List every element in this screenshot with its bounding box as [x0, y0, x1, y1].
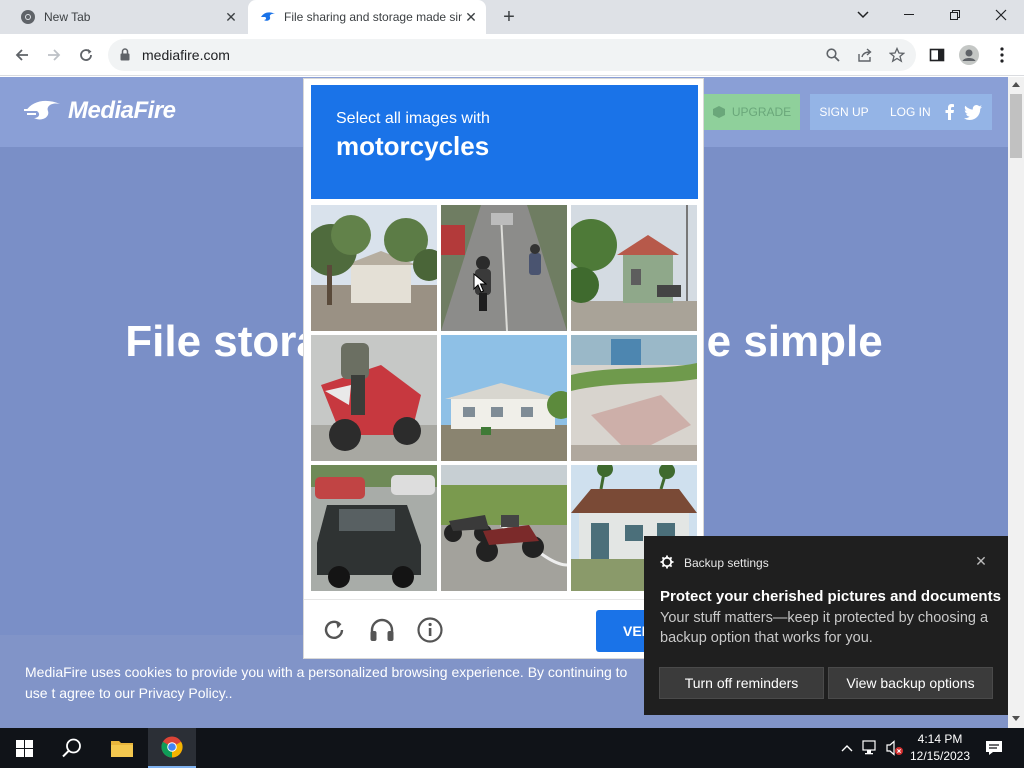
lock-icon[interactable]: [120, 48, 130, 66]
folder-icon: [111, 741, 133, 757]
zoom-search-icon[interactable]: [824, 46, 842, 64]
network-icon[interactable]: [862, 738, 880, 758]
captcha-audio-icon[interactable]: [368, 616, 396, 644]
tab-title: File sharing and storage made simple: [284, 10, 462, 24]
forward-button[interactable]: [41, 42, 67, 68]
captcha-tile-5[interactable]: [441, 335, 567, 461]
captcha-instruction: Select all images with: [336, 110, 490, 127]
captcha-tile-3[interactable]: [571, 205, 697, 331]
chrome-menu-icon[interactable]: [989, 42, 1015, 68]
upgrade-box-icon: [712, 106, 725, 118]
chrome-logo-icon: [161, 736, 183, 758]
captcha-reload-icon[interactable]: [320, 616, 348, 644]
view-backup-options-button[interactable]: View backup options: [828, 667, 993, 699]
sign-up-button[interactable]: SIGN UP: [810, 94, 878, 130]
sign-up-label: SIGN UP: [819, 105, 869, 119]
tab-title: New Tab: [44, 10, 91, 24]
close-tab-icon[interactable]: ✕: [462, 8, 480, 26]
captcha-tile-2[interactable]: [441, 205, 567, 331]
log-in-label: LOG IN: [890, 105, 931, 119]
captcha-target-object: motorcycles: [336, 131, 490, 161]
chrome-icon: [20, 9, 36, 25]
mediafire-flame-icon: [24, 100, 60, 120]
turn-off-reminders-button[interactable]: Turn off reminders: [659, 667, 824, 699]
turn-off-reminders-label: Turn off reminders: [684, 675, 799, 691]
address-bar[interactable]: mediafire.com: [108, 39, 916, 71]
captcha-image-grid: [311, 205, 699, 593]
clock-time: 4:14 PM: [917, 732, 963, 746]
notification-close-icon[interactable]: ✕: [972, 552, 990, 570]
scroll-down-arrow-icon[interactable]: [1011, 715, 1021, 723]
url-text: mediafire.com: [142, 47, 230, 63]
captcha-tile-6[interactable]: [571, 335, 697, 461]
browser-toolbar: mediafire.com: [0, 34, 1024, 76]
new-tab-button[interactable]: +: [498, 6, 520, 28]
taskbar-chrome[interactable]: [148, 728, 196, 768]
mediafire-favicon-icon: [260, 9, 276, 25]
close-tab-icon[interactable]: ✕: [222, 8, 240, 26]
tab-new-tab[interactable]: New Tab ✕: [8, 0, 246, 34]
tab-search-icon[interactable]: [840, 0, 886, 30]
upgrade-button[interactable]: UPGRADE: [703, 94, 800, 130]
logo-text: MediaFire: [68, 97, 176, 124]
side-panel-icon[interactable]: [924, 42, 950, 68]
gear-icon: [660, 555, 674, 569]
search-icon: [62, 738, 81, 758]
start-button[interactable]: [0, 728, 48, 768]
facebook-icon[interactable]: [945, 104, 954, 120]
reload-button[interactable]: [73, 42, 99, 68]
tab-mediafire[interactable]: File sharing and storage made simple ✕: [248, 0, 486, 34]
bookmark-star-icon[interactable]: [888, 46, 906, 64]
cookie-text: MediaFire uses cookies to provide you wi…: [25, 664, 628, 701]
volume-muted-icon[interactable]: [886, 738, 904, 758]
back-button[interactable]: [9, 42, 35, 68]
restore-button[interactable]: [932, 0, 978, 30]
profile-avatar-icon[interactable]: [956, 42, 982, 68]
captcha-tile-7[interactable]: [311, 465, 437, 591]
twitter-icon[interactable]: [963, 104, 982, 120]
share-icon[interactable]: [856, 46, 874, 64]
windows-logo-icon: [15, 739, 33, 757]
scroll-up-arrow-icon[interactable]: [1011, 80, 1021, 88]
captcha-header: Select all images with motorcycles: [311, 85, 698, 199]
windows-taskbar: 4:14 PM 12/15/2023: [0, 728, 1024, 768]
hero-text-right: de simple: [679, 317, 883, 366]
log-in-button[interactable]: LOG IN: [878, 94, 992, 130]
action-center-icon[interactable]: [984, 738, 1004, 758]
notification-title: Protect your cherished pictures and docu…: [660, 588, 1001, 605]
clock-date: 12/15/2023: [909, 749, 971, 763]
taskbar-file-explorer[interactable]: [98, 728, 146, 768]
captcha-info-icon[interactable]: [416, 616, 444, 644]
notification-body: Your stuff matters—keep it protected by …: [660, 610, 989, 646]
system-clock[interactable]: 4:14 PM 12/15/2023: [904, 731, 976, 765]
taskbar-search-button[interactable]: [48, 728, 96, 768]
captcha-tile-8[interactable]: [441, 465, 567, 591]
scrollbar-thumb[interactable]: [1010, 94, 1022, 158]
tab-strip: New Tab ✕ File sharing and storage made …: [0, 0, 1024, 34]
minimize-button[interactable]: [886, 0, 932, 30]
backup-notification: Backup settings ✕ Protect your cherished…: [644, 536, 1008, 715]
notification-app-name: Backup settings: [684, 556, 769, 570]
captcha-tile-4[interactable]: [311, 335, 437, 461]
captcha-tile-1[interactable]: [311, 205, 437, 331]
mouse-cursor-icon: [473, 273, 487, 293]
close-window-button[interactable]: [978, 0, 1024, 30]
page-scrollbar[interactable]: [1008, 77, 1024, 728]
upgrade-label: UPGRADE: [731, 105, 792, 119]
view-backup-options-label: View backup options: [846, 675, 975, 691]
show-hidden-icons-chevron-icon[interactable]: [838, 738, 856, 758]
mediafire-logo[interactable]: MediaFire: [24, 97, 176, 125]
